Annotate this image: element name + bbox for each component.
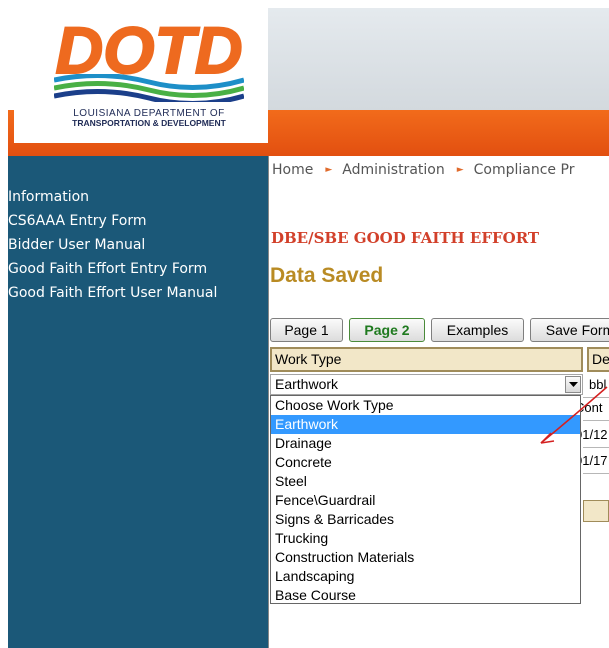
column-header-description: De [587,347,609,372]
dropdown-option[interactable]: Drainage [271,434,580,453]
dropdown-option[interactable]: Landscaping [271,567,580,586]
header-banner [268,8,609,110]
sidebar-list: Information CS6AAA Entry Form Bidder Use… [8,185,217,305]
examples-button[interactable]: Examples [431,318,524,342]
dropdown-option[interactable]: Signs & Barricades [271,510,580,529]
annotation-arrow-icon [540,386,608,444]
save-form-button[interactable]: Save Form [530,318,609,342]
sidebar-item-cs6aaa-entry-form[interactable]: CS6AAA Entry Form [8,209,217,233]
dropdown-option[interactable]: Steel [271,472,580,491]
breadcrumb-arrow-icon: ► [456,165,464,175]
sidebar-item-gfe-user-manual[interactable]: Good Faith Effort User Manual [8,281,217,305]
dropdown-option[interactable]: Concrete [271,453,580,472]
dotd-wordmark-logo: DOTD [55,18,244,80]
logo-line-2: TRANSPORTATION & DEVELOPMENT [72,118,226,128]
breadcrumb-compliance[interactable]: Compliance Pr [474,162,575,178]
breadcrumb-arrow-icon: ► [325,165,333,175]
grid-line [583,473,609,474]
breadcrumb-home[interactable]: Home [272,162,313,178]
work-type-selected-value: Earthwork [275,376,339,392]
status-message: Data Saved [270,264,384,287]
sidebar-item-gfe-entry-form[interactable]: Good Faith Effort Entry Form [8,257,217,281]
sidebar-nav: Information CS6AAA Entry Form Bidder Use… [8,156,268,648]
breadcrumb: Home ► Administration ► Compliance Pr [272,162,574,178]
breadcrumb-administration[interactable]: Administration [342,162,444,178]
sidebar-item-bidder-user-manual[interactable]: Bidder User Manual [8,233,217,257]
page-title: DBE/SBE GOOD FAITH EFFORT [271,229,540,247]
logo-waves-graphic [54,74,244,102]
sidebar-item-information[interactable]: Information [8,185,217,209]
grid-footer-cell [583,500,609,522]
dotd-logo[interactable]: DOTD LOUISIANA DEPARTMENT OF TRANSPORTAT… [14,8,268,143]
dropdown-option[interactable]: Choose Work Type [271,396,580,415]
dropdown-option[interactable]: Fence\Guardrail [271,491,580,510]
column-header-work-type: Work Type [270,347,583,372]
page-1-button[interactable]: Page 1 [270,318,343,342]
dropdown-option-selected[interactable]: Earthwork [271,415,580,434]
logo-wordmark-text: DOTD [56,18,243,80]
page-2-button[interactable]: Page 2 [349,318,425,342]
dropdown-option[interactable]: Trucking [271,529,580,548]
dropdown-option[interactable]: Construction Materials [271,548,580,567]
dropdown-option[interactable]: Base Course [271,586,580,605]
page-left-margin [0,0,8,648]
content-divider [268,156,269,648]
